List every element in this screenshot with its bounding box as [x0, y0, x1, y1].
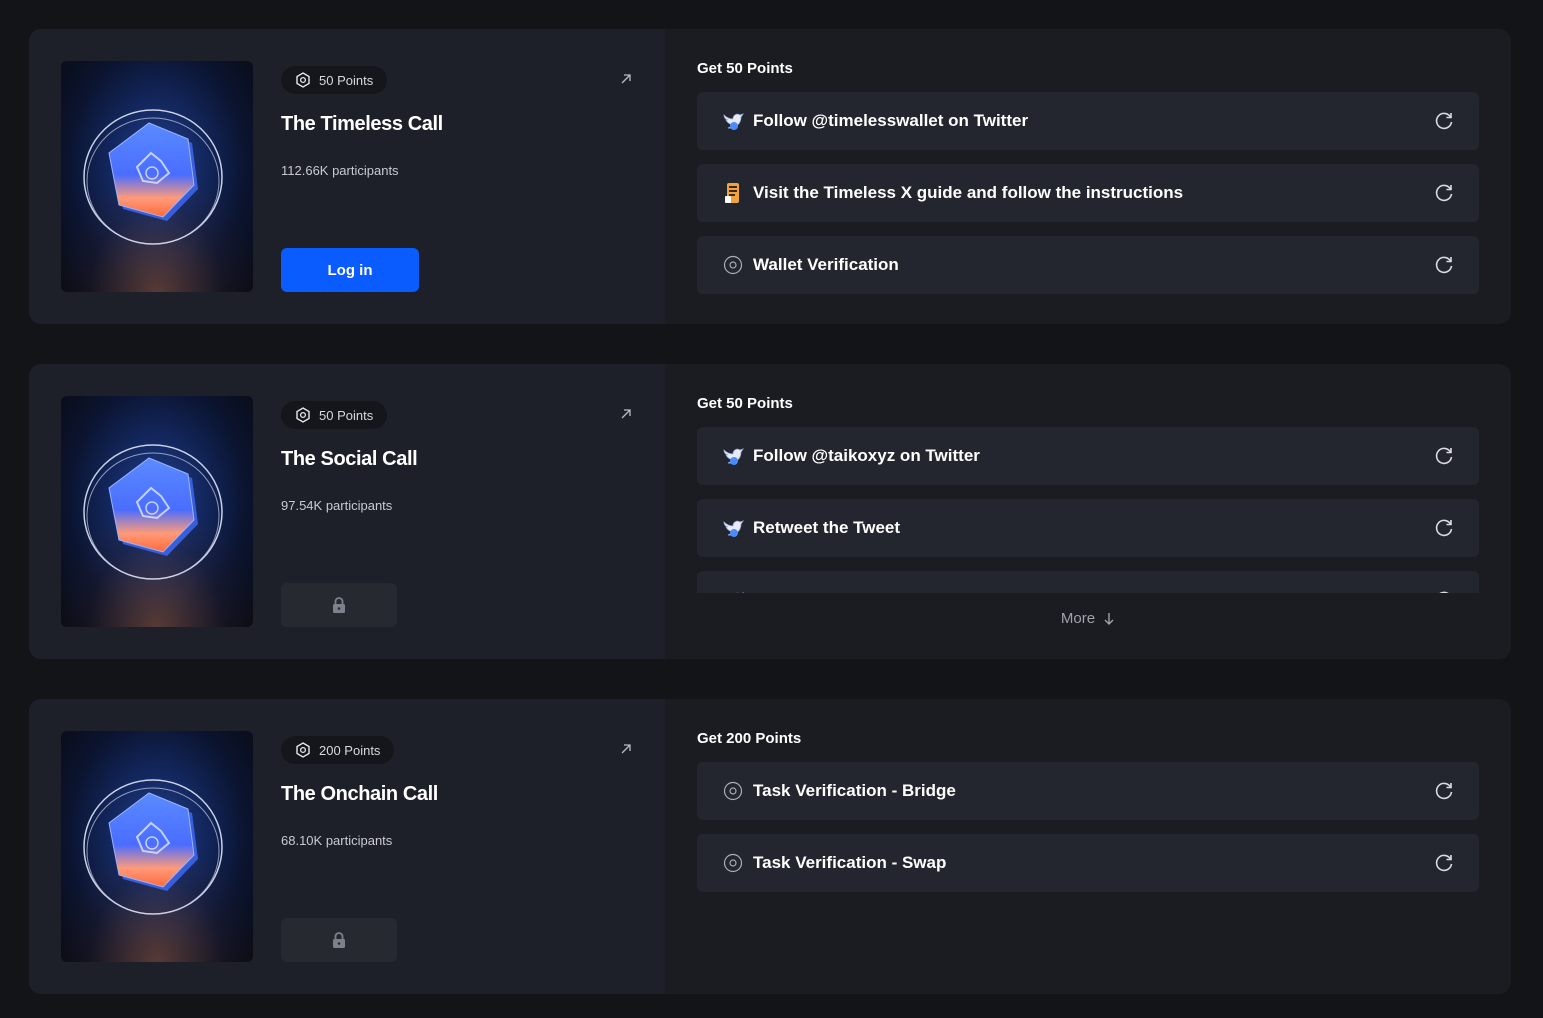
quest-artwork [61, 396, 253, 627]
quest-artwork [61, 61, 253, 292]
refresh-icon[interactable] [1433, 517, 1455, 539]
quest-card-social: 50 Points The Social Call 97.54K partici… [29, 364, 1511, 659]
quest-title: The Timeless Call [281, 113, 443, 135]
verification-icon [721, 851, 745, 875]
twitter-bird-icon [721, 516, 745, 540]
locked-button[interactable] [281, 583, 397, 627]
task-row[interactable]: Visit the Timeless X guide and follow th… [697, 164, 1479, 222]
quest-tasks-panel: Get 200 Points Task Verification - Bridg… [665, 699, 1511, 994]
points-badge: 50 Points [281, 401, 388, 429]
task-row[interactable]: Retweet the Tweet [697, 499, 1479, 557]
task-label: Follow @timelesswallet on Twitter [753, 111, 1029, 130]
points-hexagon-icon [296, 407, 310, 423]
refresh-icon[interactable] [1433, 110, 1455, 132]
quest-page: 50 Points The Timeless Call 112.66K part… [0, 0, 1543, 1018]
refresh-icon[interactable] [1433, 182, 1455, 204]
quest-title: The Social Call [281, 448, 418, 470]
more-label: More [1060, 610, 1096, 627]
quest-card-summary: 50 Points The Social Call 97.54K partici… [29, 364, 665, 659]
task-row[interactable]: Task Verification - Bridge [697, 762, 1479, 820]
participants-count: 68.10K participants [281, 833, 393, 848]
refresh-icon[interactable] [1433, 254, 1455, 276]
participants-count: 112.66K participants [281, 163, 399, 178]
task-row[interactable]: Task Verification - Swap [697, 834, 1479, 892]
tasks-section-title: Get 50 Points [697, 60, 793, 77]
tasks-section-title: Get 200 Points [697, 730, 802, 747]
points-badge-label: 200 Points [319, 742, 381, 758]
twitter-bird-icon [721, 444, 745, 468]
verification-icon [721, 779, 745, 803]
participants-count: 97.54K participants [281, 498, 393, 513]
refresh-icon[interactable] [1433, 852, 1455, 874]
external-link-icon[interactable] [619, 72, 633, 86]
quest-tasks-panel: Get 50 Points Follow @taikoxyz on Twitte… [665, 364, 1511, 659]
quest-card-timeless: 50 Points The Timeless Call 112.66K part… [29, 29, 1511, 324]
task-label: Task Verification - Swap [753, 853, 947, 872]
task-list: Follow @timelesswallet on Twitter Visit … [697, 92, 1479, 294]
points-badge: 50 Points [281, 66, 388, 94]
refresh-icon[interactable] [1433, 445, 1455, 467]
task-label: Retweet the Tweet [753, 518, 901, 537]
task-row[interactable]: Follow @taikoxyz on Twitter [697, 427, 1479, 485]
points-hexagon-icon [296, 72, 310, 88]
points-badge-label: 50 Points [319, 72, 374, 88]
task-list: Task Verification - Bridge Task Verifica… [697, 762, 1479, 892]
points-badge-label: 50 Points [319, 407, 374, 423]
task-label: Follow @taikoxyz on Twitter [753, 446, 980, 465]
external-link-icon[interactable] [619, 407, 633, 421]
quest-card-summary: 50 Points The Timeless Call 112.66K part… [29, 29, 665, 324]
points-hexagon-icon [296, 742, 310, 758]
external-link-icon[interactable] [619, 742, 633, 756]
refresh-icon[interactable] [1433, 589, 1455, 593]
refresh-icon[interactable] [1433, 780, 1455, 802]
locked-button[interactable] [281, 918, 397, 962]
task-row[interactable]: Follow @timelesswallet on Twitter [697, 92, 1479, 150]
quest-card-onchain: 200 Points The Onchain Call 68.10K parti… [29, 699, 1511, 994]
login-button[interactable]: Log in [281, 248, 419, 292]
more-button[interactable]: More [665, 610, 1511, 627]
twitter-bird-icon [721, 109, 745, 133]
task-label: Visit the Timeless X guide and follow th… [753, 183, 1184, 202]
quest-title: The Onchain Call [281, 783, 438, 805]
tasks-section-title: Get 50 Points [697, 395, 793, 412]
twitter-bird-icon [721, 588, 745, 593]
guide-document-icon [721, 181, 745, 205]
arrow-down-icon [1104, 612, 1114, 625]
lock-icon [333, 597, 345, 613]
task-list: Follow @taikoxyz on Twitter Retweet the … [697, 427, 1479, 593]
points-badge: 200 Points [281, 736, 395, 764]
lock-icon [333, 932, 345, 948]
quest-tasks-panel: Get 50 Points Follow @timelesswallet on … [665, 29, 1511, 324]
task-row-partial[interactable] [697, 571, 1479, 593]
quest-artwork [61, 731, 253, 962]
task-label: Wallet Verification [753, 255, 899, 274]
quest-card-summary: 200 Points The Onchain Call 68.10K parti… [29, 699, 665, 994]
verification-icon [721, 253, 745, 277]
task-row[interactable]: Wallet Verification [697, 236, 1479, 294]
task-label: Task Verification - Bridge [753, 781, 956, 800]
